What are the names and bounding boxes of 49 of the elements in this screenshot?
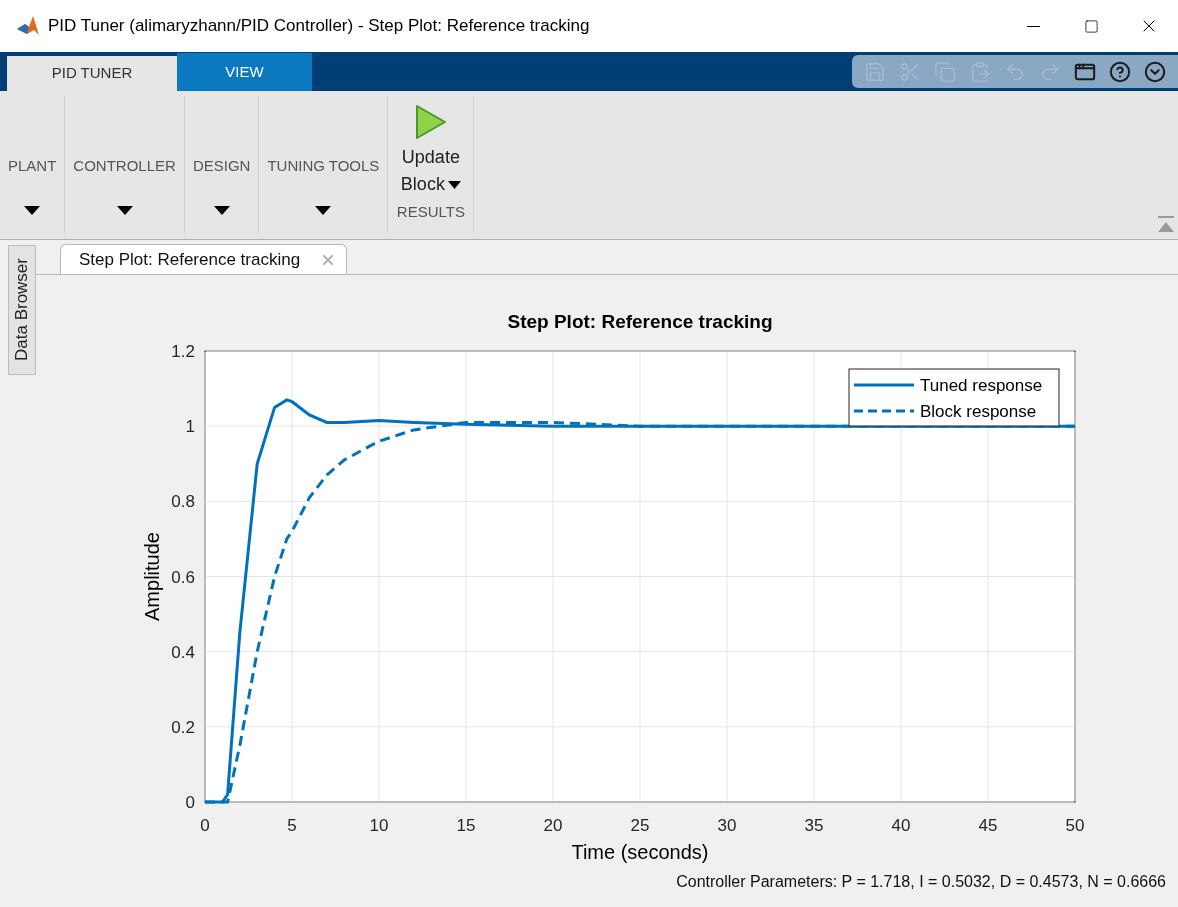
x-tick-label: 35: [804, 816, 824, 835]
x-tick-label: 5: [287, 816, 297, 835]
y-axis-label: Amplitude: [141, 532, 163, 621]
y-tick-label: 0.2: [171, 717, 195, 737]
ribbon-dropdown-button[interactable]: DESIGN: [184, 96, 260, 233]
help-icon[interactable]: [1109, 60, 1131, 83]
app-logo-icon: [16, 15, 40, 37]
caret-icon: [213, 205, 230, 215]
ribbon-tab[interactable]: VIEW: [177, 53, 312, 91]
x-tick-label: 40: [891, 816, 911, 835]
caret-icon: [24, 205, 41, 215]
x-axis-label: Time (seconds): [571, 841, 709, 863]
ribbon-dropdown-button[interactable]: CONTROLLER: [65, 96, 185, 233]
maximize-icon: [1083, 18, 1099, 34]
caret-icon: [315, 205, 332, 215]
ribbon-dropdown-button[interactable]: PLANT: [0, 96, 66, 233]
caret-icon: [116, 205, 133, 215]
document-tab[interactable]: Step Plot: Reference tracking: [60, 244, 348, 274]
legend-line: [854, 409, 914, 413]
x-tick-label: 45: [978, 816, 998, 835]
y-tick-label: 1.2: [171, 342, 195, 361]
x-tick-label: 50: [1065, 816, 1085, 835]
ribbon-section-label: RESULTS: [396, 202, 465, 222]
ribbon-tab[interactable]: PID TUNER: [7, 56, 177, 91]
caret-icon: [447, 180, 461, 189]
side-panel-tab[interactable]: Data Browser: [8, 245, 36, 375]
dropdown-icon[interactable]: [1144, 60, 1166, 83]
legend-line: [854, 383, 914, 387]
x-tick-label: 20: [543, 816, 563, 835]
y-tick-label: 1: [185, 417, 195, 437]
window-title: PID Tuner (alimaryzhann/PID Controller) - Step Plot: Reference tracking: [48, 15, 590, 38]
play-icon: [413, 104, 448, 140]
y-tick-label: 0: [185, 793, 195, 812]
status-text: Controller Parameters: P = 1.718, I = 0.5032, D = 0.4573, N = 0.6666: [676, 872, 1166, 892]
minimize-icon: [1026, 25, 1040, 27]
update-block-button[interactable]: Update Block: [400, 96, 461, 198]
x-tick-label: 15: [456, 816, 476, 835]
chart-title: Step Plot: Reference tracking: [507, 311, 773, 332]
x-tick-label: 30: [717, 816, 737, 835]
legend-label: Tuned response: [920, 376, 1043, 395]
y-tick-label: 0.4: [171, 642, 195, 662]
ribbon-dropdown-button[interactable]: TUNING TOOLS: [259, 96, 389, 233]
x-tick-label: 25: [630, 816, 650, 835]
x-tick-label: 0: [200, 816, 210, 835]
x-tick-label: 10: [369, 816, 389, 835]
y-tick-label: 0.8: [171, 492, 195, 512]
collapse-ribbon-icon[interactable]: [1157, 215, 1175, 233]
legend-label: Block response: [920, 402, 1037, 421]
y-tick-label: 0.6: [171, 567, 195, 587]
